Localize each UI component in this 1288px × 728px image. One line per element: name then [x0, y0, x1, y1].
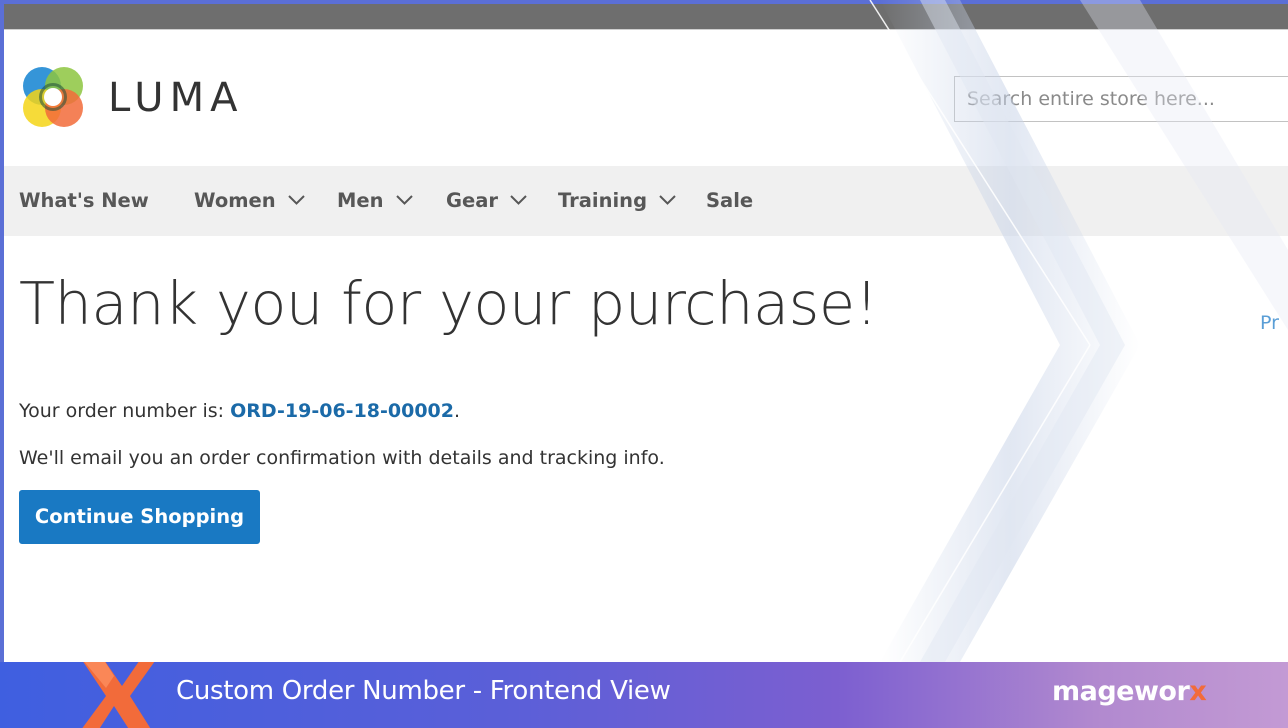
nav-item-gear[interactable]: Gear — [446, 166, 527, 236]
chevron-down-icon — [659, 195, 676, 205]
order-number-link[interactable]: ORD-19-06-18-00002 — [230, 400, 454, 422]
page-frame: LUMA What's New Women Men Gear Training … — [4, 4, 1288, 662]
continue-shopping-button[interactable]: Continue Shopping — [19, 490, 260, 544]
top-panel-divider — [4, 29, 1288, 30]
order-number-line: Your order number is: ORD-19-06-18-00002… — [19, 400, 460, 422]
nav-item-men[interactable]: Men — [337, 166, 413, 236]
chevron-down-icon — [287, 195, 305, 205]
nav-item-label: Women — [194, 189, 276, 212]
mageworx-logo: mageworx — [1052, 676, 1207, 707]
chevron-down-icon — [395, 195, 413, 205]
bottom-banner: Custom Order Number - Frontend View mage… — [0, 662, 1288, 728]
nav-item-label: Training — [558, 189, 648, 212]
order-number-suffix: . — [454, 400, 461, 422]
chevron-down-icon — [510, 195, 527, 205]
nav-item-label: Gear — [446, 189, 499, 212]
page-title: Thank you for your purchase! — [19, 269, 878, 338]
nav-item-label: Sale — [706, 189, 754, 212]
nav-item-sale[interactable]: Sale — [706, 166, 753, 236]
order-number-prefix: Your order number is: — [19, 400, 231, 422]
nav-item-women[interactable]: Women — [194, 166, 305, 236]
top-panel — [4, 4, 1288, 29]
nav-item-training[interactable]: Training — [558, 166, 676, 236]
brand-text: magewor — [1052, 676, 1190, 707]
nav-item-whats-new[interactable]: What's New — [19, 166, 149, 236]
nav-item-label: Men — [337, 189, 384, 212]
luma-logo-icon — [23, 67, 83, 127]
email-confirmation-text: We'll email you an order confirmation wi… — [19, 447, 665, 469]
mageworx-x-icon — [82, 662, 155, 728]
nav-item-label: What's New — [19, 189, 149, 212]
luma-logo-text: LUMA — [108, 75, 244, 121]
search-input[interactable] — [954, 76, 1288, 122]
main-navigation: What's New Women Men Gear Training Sale — [4, 166, 1288, 236]
luma-logo[interactable]: LUMA — [20, 64, 250, 132]
side-link[interactable]: Pr — [1260, 312, 1279, 334]
banner-title: Custom Order Number - Frontend View — [176, 676, 671, 706]
brand-x: x — [1189, 676, 1207, 707]
